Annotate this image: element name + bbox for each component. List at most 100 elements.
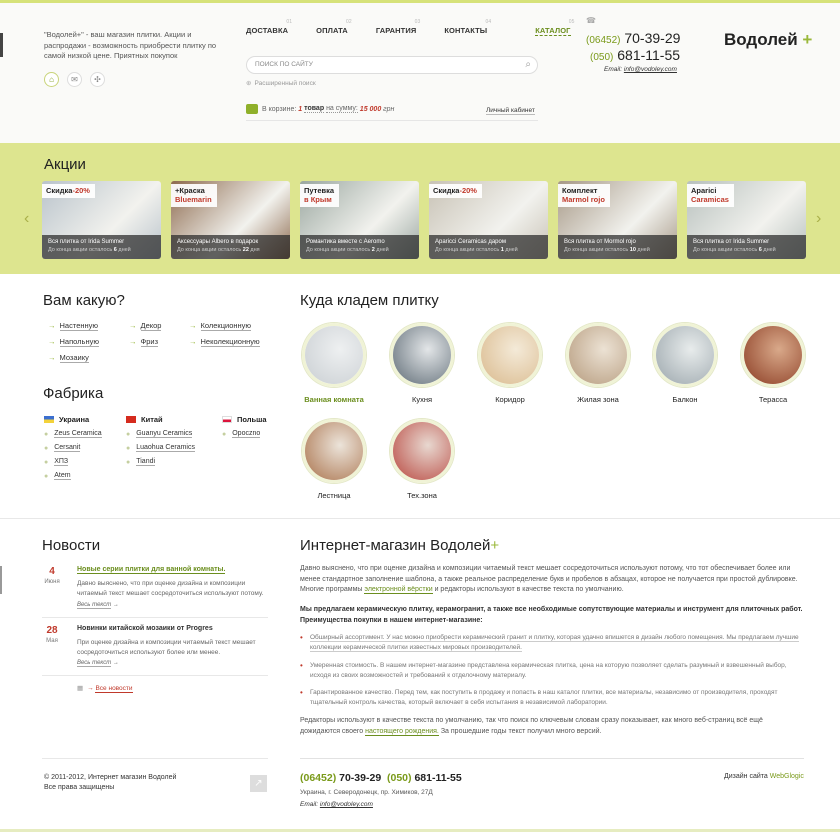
room-image xyxy=(390,419,454,483)
nav-label: Гарантия xyxy=(375,26,417,35)
news-title-link[interactable]: Новинки китайской мозаики от Progres xyxy=(77,625,213,632)
room-item[interactable]: Лестница xyxy=(302,419,366,500)
footer-phones: (06452) 70-39-29 (050) 681-11-55 xyxy=(300,772,462,784)
link-wall[interactable]: → Настенную xyxy=(48,321,99,331)
promo-caption: Вся плитка от Mormol rojo До конца акции … xyxy=(558,235,677,259)
about-title: Интернет-магазин Водолей+ xyxy=(300,537,500,554)
chevron-right-icon[interactable]: › xyxy=(816,210,821,228)
promo-ribbon: Путевка в Крым xyxy=(300,184,340,207)
all-news-link[interactable]: ▦ → Все новости xyxy=(77,684,133,693)
flag-poland-icon xyxy=(222,416,232,423)
nav-number: 05 xyxy=(568,19,575,25)
factory-item[interactable]: ● Cersanit xyxy=(44,444,102,452)
nav-contacts[interactable]: Контакты 04 xyxy=(444,19,491,36)
factory-item[interactable]: ● Tiandi xyxy=(126,458,195,466)
phone-number: 681-11-55 xyxy=(617,47,681,63)
about-paragraph-1: Давно выяснено, что при оценке дизайна и… xyxy=(300,565,798,594)
advantage-item: • Умеренная стоимость. В нашем интернет-м… xyxy=(300,661,787,679)
room-image xyxy=(741,323,805,387)
email-link[interactable]: info@vodoley.com xyxy=(320,801,373,808)
link-collection[interactable]: → Колекционную xyxy=(189,321,252,331)
promo-card[interactable]: Aparici Caramicas Вся плитка от Irida Summ… xyxy=(687,181,806,259)
read-more-link[interactable]: Весь текст → xyxy=(77,660,119,667)
room-item[interactable]: Коридор xyxy=(478,323,542,404)
scroll-up-button[interactable]: ↗ xyxy=(250,775,267,792)
advantage-item: • Гарантированное качество. Перед тем, ка… xyxy=(300,688,778,706)
news-title-link[interactable]: Новые серии плитки для ванной комнаты. xyxy=(77,566,226,574)
flag-ukraine-icon xyxy=(44,416,54,423)
promo-card[interactable]: +Краска Bluemarin Аксессуары Albero в пода… xyxy=(171,181,290,259)
promo-card[interactable]: Скидка-20% Вся плитка от Irida Summer До к… xyxy=(42,181,161,259)
advanced-search-link[interactable]: ⊕ Расширенный поиск xyxy=(246,79,316,87)
chevron-left-icon[interactable]: ‹ xyxy=(24,210,29,228)
header-phone-1: (06452) 70-39-29 xyxy=(586,30,680,46)
search-input[interactable]: Поиск по сайту ⌕ xyxy=(246,56,538,74)
factory-item[interactable]: ● ХПЗ xyxy=(44,458,102,466)
promo-title: Акции xyxy=(44,156,86,173)
logo[interactable]: Водолей + xyxy=(724,30,812,50)
room-item[interactable]: Балкон xyxy=(653,323,717,404)
link-noncollection[interactable]: → Неколекционную xyxy=(189,337,260,347)
news-body: При оценке дизайна и композиции читаемый… xyxy=(77,639,256,656)
about-paragraph-2: Мы предлагаем керамическую плитку, керам… xyxy=(300,606,803,624)
nav-delivery[interactable]: Доставка 01 xyxy=(246,19,292,36)
cart-prefix: В корзине: xyxy=(262,105,297,113)
room-item[interactable]: Терасса xyxy=(741,323,805,404)
cart-summary[interactable]: В корзине: 1 товар на сумму: 15 000 грн xyxy=(246,104,394,114)
rooms-title: Куда кладем плитку xyxy=(300,292,439,309)
footer-divider-left xyxy=(42,758,268,759)
search-icon[interactable]: ⌕ xyxy=(525,59,531,70)
main-nav: Доставка 01 Оплата 02 Гарантия 03 Контакты 0… xyxy=(246,19,574,36)
news-body: Давно выяснено, что при оценке дизайна и… xyxy=(77,580,264,597)
factory-item[interactable]: ● Guanyu Ceramics xyxy=(126,430,195,438)
email-link[interactable]: info@vodoley.com xyxy=(624,66,677,73)
factory-item[interactable]: ● Luaohua Ceramics xyxy=(126,444,195,452)
country-china: Китай xyxy=(126,415,195,424)
room-item[interactable]: Тех.зона xyxy=(390,419,454,500)
country-ukraine: Украина xyxy=(44,415,102,424)
factory-item[interactable]: ● Zeus Ceramica xyxy=(44,430,102,438)
inline-link[interactable]: электронной вёрстки xyxy=(364,586,433,594)
factory-item[interactable]: ● Opoczno xyxy=(222,430,267,438)
read-more-link[interactable]: Весь текст → xyxy=(77,602,119,609)
promo-caption: Романтика вместе с Aeromo До конца акции … xyxy=(300,235,419,259)
logo-text: Водолей xyxy=(724,30,798,49)
factory-column-poland: Польша ● Opoczno xyxy=(222,415,267,444)
design-credit[interactable]: Дизайн сайта WebGlogic xyxy=(724,773,804,780)
room-item[interactable]: Жилая зона xyxy=(566,323,630,404)
nav-payment[interactable]: Оплата 02 xyxy=(316,19,352,36)
sitemap-icon[interactable]: ✣ xyxy=(90,72,105,87)
link-decor[interactable]: → Декор xyxy=(129,321,162,331)
cart-sum: 15 000 xyxy=(359,105,382,113)
nav-guarantee[interactable]: Гарантия 03 xyxy=(375,19,420,36)
room-label: Терасса xyxy=(758,395,788,404)
home-icon[interactable]: ⌂ xyxy=(44,72,59,87)
section-divider xyxy=(0,518,840,519)
advantage-item: • Обширный ассортимент. У нас можно приоб… xyxy=(300,633,799,652)
room-item[interactable]: Ванная комната xyxy=(302,323,366,404)
promo-caption: Вся плитка от Irida Summer До конца акции… xyxy=(42,235,161,259)
mail-icon[interactable]: ✉ xyxy=(67,72,82,87)
inline-link[interactable]: настоящего рождения. xyxy=(365,727,439,736)
promo-card[interactable]: Комплект Marmol rojo Вся плитка от Mormol … xyxy=(558,181,677,259)
room-image xyxy=(566,323,630,387)
promo-card[interactable]: Скидка-20% Aparicci Ceramicas даром До кон… xyxy=(429,181,548,259)
factory-item[interactable]: ● Atem xyxy=(44,472,102,480)
room-label: Тех.зона xyxy=(407,491,437,500)
room-image xyxy=(302,419,366,483)
nav-number: 04 xyxy=(485,19,492,25)
nav-label: Каталог xyxy=(535,26,571,35)
link-mosaic[interactable]: → Мозаику xyxy=(48,353,89,363)
room-item[interactable]: Кухня xyxy=(390,323,454,404)
nav-catalog[interactable]: Каталог 05 xyxy=(535,19,574,36)
cabinet-link[interactable]: Личный кабинет xyxy=(486,107,535,115)
promo-card[interactable]: Путевка в Крым Романтика вместе с Aeromo До… xyxy=(300,181,419,259)
promo-ribbon: +Краска Bluemarin xyxy=(171,184,217,207)
promo-caption: Аксессуары Albero в подарок До конца акци… xyxy=(171,235,290,259)
news-title: Новости xyxy=(42,537,101,554)
footer-email: Email: info@vodoley.com xyxy=(300,801,373,808)
nav-number: 03 xyxy=(414,19,421,25)
country-poland: Польша xyxy=(222,415,267,424)
link-frieze[interactable]: → Фриз xyxy=(129,337,159,347)
link-floor[interactable]: → Напольную xyxy=(48,337,99,347)
